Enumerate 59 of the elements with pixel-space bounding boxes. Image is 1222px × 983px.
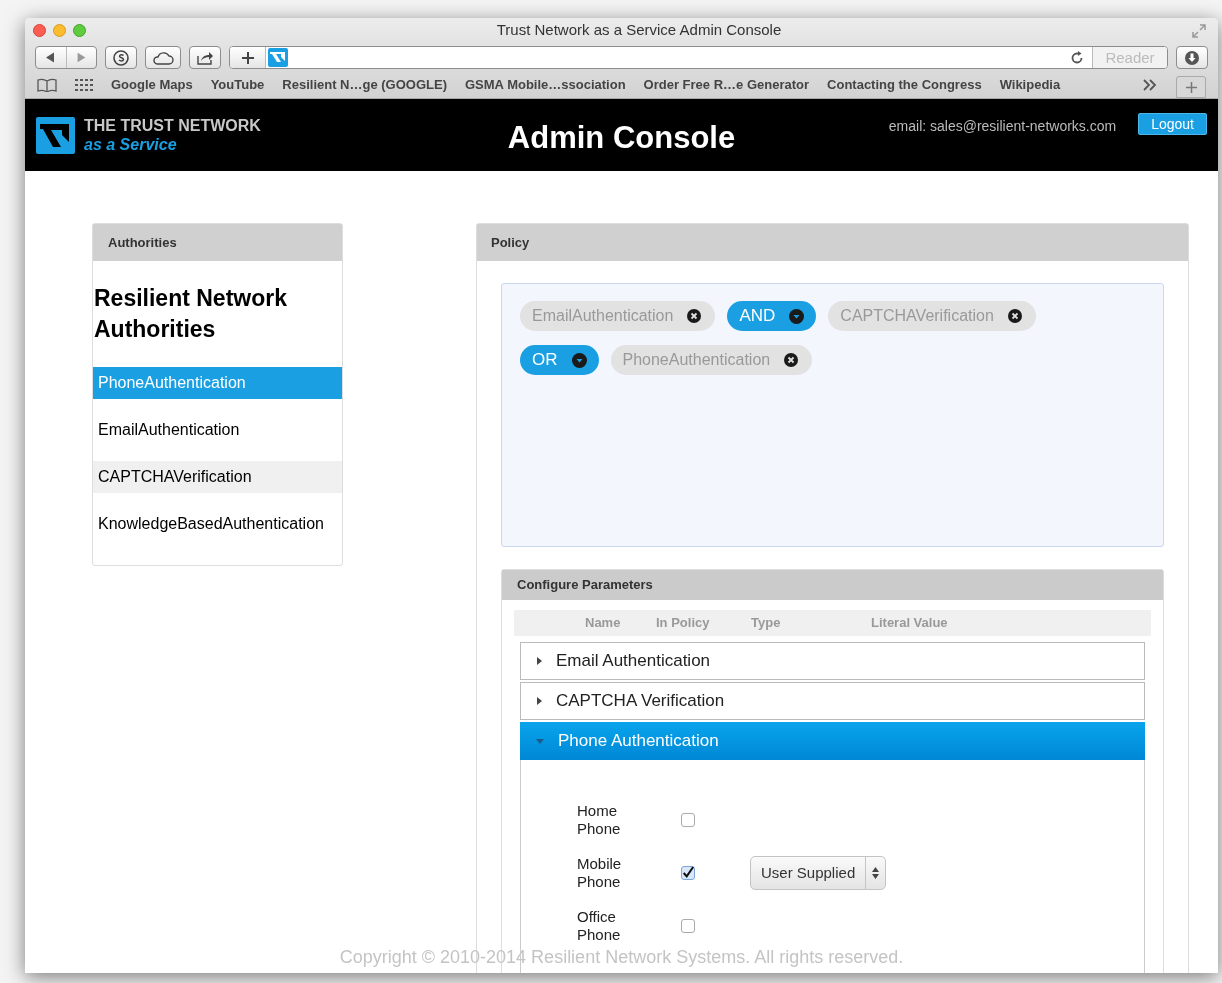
logo-icon <box>36 116 75 154</box>
grid-icon[interactable] <box>75 79 93 91</box>
add-tab-button[interactable] <box>1176 76 1206 98</box>
in-policy-checkbox[interactable] <box>681 813 695 827</box>
bookmark-link[interactable]: Order Free R…e Generator <box>643 75 810 95</box>
policy-term-tag: CAPTCHAVerification <box>828 301 1036 331</box>
share-button[interactable] <box>189 46 221 69</box>
panel-title: Configure Parameters <box>517 576 653 595</box>
policy-term-tag: PhoneAuthentication <box>610 345 813 375</box>
parameter-name: Home Phone <box>577 802 622 838</box>
bookmark-link[interactable]: GSMA Mobile…ssociation <box>465 75 626 95</box>
type-select[interactable]: User Supplied <box>750 856 887 890</box>
more-icon[interactable] <box>1142 79 1158 91</box>
download-icon <box>1184 49 1200 66</box>
policy-term-tag: EmailAuthentication <box>520 301 716 331</box>
window-title: Trust Network as a Service Admin Console <box>496 21 782 39</box>
accordion-header[interactable]: Email Authentication <box>520 642 1145 680</box>
close-button[interactable] <box>33 24 46 37</box>
dropdown-icon <box>571 352 587 368</box>
column-header: Literal Value <box>871 614 948 633</box>
bookmark-link[interactable]: YouTube <box>210 75 265 95</box>
bookmark-link[interactable]: Contacting the Congress <box>827 75 982 95</box>
cloud-icon <box>152 50 174 65</box>
column-header: Name <box>585 614 622 633</box>
dropdown-icon <box>789 308 805 324</box>
accordion-header[interactable]: CAPTCHA Verification <box>520 682 1145 720</box>
caret-right-icon <box>537 657 542 665</box>
bookmark-link[interactable]: Wikipedia <box>999 75 1061 95</box>
icloud-button[interactable] <box>145 46 181 69</box>
panel-heading: Resilient Network Authorities <box>94 284 288 344</box>
column-header: Type <box>751 614 782 633</box>
parameter-name: Office Phone <box>577 908 622 944</box>
caret-right-icon <box>537 697 542 705</box>
remove-icon[interactable] <box>1007 309 1022 323</box>
remove-icon[interactable] <box>784 353 799 367</box>
in-policy-checkbox[interactable] <box>681 866 695 880</box>
skype-button[interactable] <box>105 46 137 69</box>
share-icon <box>196 50 214 65</box>
logo-text: THE TRUST NETWORK <box>84 116 261 135</box>
copyright-text: Copyright © 2010-2014 Resilient Network Systems. All rights reserved. <box>339 947 904 967</box>
in-policy-checkbox[interactable] <box>681 919 695 933</box>
caret-down-icon <box>536 738 544 744</box>
email-text: email: sales@resilient-networks.com <box>888 117 1117 136</box>
back-forward-buttons[interactable] <box>35 46 97 69</box>
book-icon[interactable] <box>37 78 57 92</box>
bookmark-link[interactable]: Google Maps <box>111 75 193 95</box>
downloads-button[interactable] <box>1176 46 1208 69</box>
stepper-icon <box>872 867 880 879</box>
plus-icon <box>1185 81 1197 93</box>
remove-icon[interactable] <box>687 309 702 323</box>
page-title: Admin Console <box>507 120 736 155</box>
bookmark-link[interactable]: Resilient N…ge (GOOGLE) <box>282 75 447 95</box>
panel-title: Authorities <box>108 233 177 252</box>
column-header: In Policy <box>656 614 711 633</box>
authority-item[interactable]: CAPTCHAVerification <box>93 461 342 493</box>
parameter-name: Mobile Phone <box>577 855 623 891</box>
panel-title: Policy <box>491 233 530 252</box>
logo-tagline: as a Service <box>84 135 178 154</box>
s-circle-icon <box>113 49 129 66</box>
